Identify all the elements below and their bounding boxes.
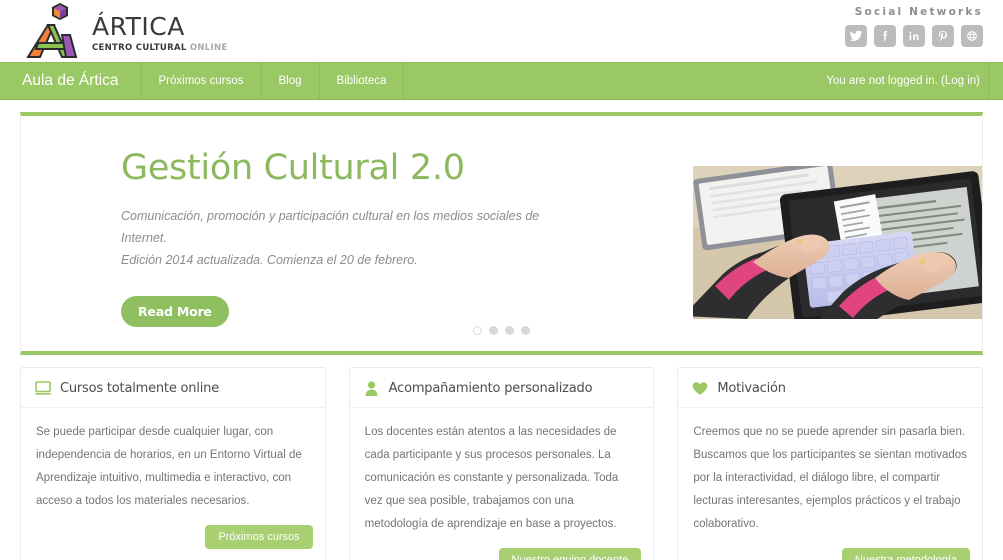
user-icon <box>364 380 380 396</box>
globe-icon[interactable] <box>961 25 983 47</box>
feature-card-acompanamiento: Acompañamiento personalizado Los docente… <box>348 367 655 560</box>
card-footer: Nuestro equipo docente <box>350 548 654 560</box>
nuestra-metodologia-button[interactable]: Nuestra metodología <box>841 548 971 560</box>
heart-icon <box>692 380 708 396</box>
pinterest-icon[interactable] <box>932 25 954 47</box>
linkedin-icon[interactable] <box>903 25 925 47</box>
login-status: You are not logged in. (Log in) <box>826 63 989 99</box>
card-footer: Nuestra metodología <box>678 548 982 560</box>
nav-item-biblioteca[interactable]: Biblioteca <box>320 63 405 99</box>
hero-subtitle: Comunicación, promoción y participación … <box>121 206 571 272</box>
card-title: Acompañamiento personalizado <box>388 380 593 396</box>
carousel-dot-2[interactable] <box>489 326 498 335</box>
nav-item-proximos-cursos[interactable]: Próximos cursos <box>142 63 262 99</box>
card-header: Motivación <box>678 368 983 408</box>
nav-item-blog[interactable]: Blog <box>262 63 320 99</box>
brand-subtitle-light: ONLINE <box>189 42 228 53</box>
feature-cards: Cursos totalmente online Se puede partic… <box>20 367 984 560</box>
login-link[interactable]: You are not logged in. (Log in) <box>826 75 980 87</box>
hero-subtitle-line-2: Edición 2014 actualizada. Comienza el 20… <box>121 252 418 267</box>
nav-brand-aula-de-artica[interactable]: Aula de Ártica <box>0 63 142 99</box>
card-footer: Próximos cursos <box>21 525 325 560</box>
card-header: Acompañamiento personalizado <box>349 368 654 408</box>
hero-image <box>693 166 982 319</box>
read-more-button[interactable]: Read More <box>121 295 229 327</box>
social-networks-label: Social Networks <box>854 6 983 18</box>
card-title: Cursos totalmente online <box>60 380 220 396</box>
brand-subtitle-strong: CENTRO CULTURAL <box>92 42 187 53</box>
facebook-icon[interactable] <box>874 25 896 47</box>
proximos-cursos-button[interactable]: Próximos cursos <box>205 525 313 549</box>
card-body: Creemos que no se puede aprender sin pas… <box>693 426 967 530</box>
card-body: Se puede participar desde cualquier luga… <box>36 426 302 507</box>
nuestro-equipo-docente-button[interactable]: Nuestro equipo docente <box>498 548 642 560</box>
artica-logo-icon <box>22 1 84 61</box>
main-navigation: Aula de Ártica Próximos cursos Blog Bibl… <box>0 62 1003 100</box>
site-header: ÁRTICA CENTRO CULTURAL ONLINE Social Net… <box>0 0 1003 62</box>
card-body: Los docentes están atentos a las necesid… <box>364 426 619 530</box>
brand-logo[interactable]: ÁRTICA CENTRO CULTURAL ONLINE <box>22 0 227 62</box>
feature-card-cursos-online: Cursos totalmente online Se puede partic… <box>20 367 326 560</box>
card-header: Cursos totalmente online <box>21 368 325 408</box>
carousel-dots <box>21 326 982 335</box>
feature-card-motivacion: Motivación Creemos que no se puede apren… <box>677 367 984 560</box>
card-title: Motivación <box>717 380 786 396</box>
social-networks: Social Networks <box>845 6 983 47</box>
brand-subtitle: CENTRO CULTURAL ONLINE <box>92 43 227 53</box>
hero-subtitle-line-1: Comunicación, promoción y participación … <box>121 209 540 245</box>
monitor-icon <box>35 380 51 396</box>
carousel-dot-3[interactable] <box>505 326 514 335</box>
twitter-icon[interactable] <box>845 25 867 47</box>
carousel-dot-4[interactable] <box>521 326 530 335</box>
carousel-dot-1[interactable] <box>473 326 482 335</box>
hero-carousel: Gestión Cultural 2.0 Comunicación, promo… <box>20 112 983 355</box>
brand-title: ÁRTICA <box>92 11 185 41</box>
